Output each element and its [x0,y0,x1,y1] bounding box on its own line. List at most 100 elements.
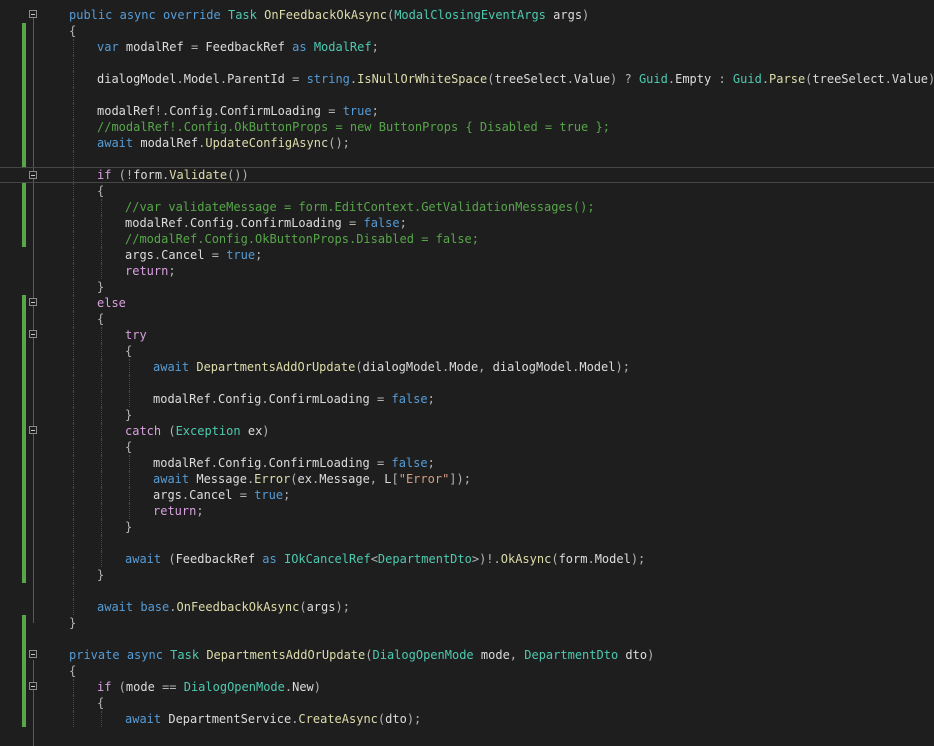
code-text[interactable]: { [97,695,104,711]
code-text[interactable]: { [69,23,76,39]
code-line[interactable] [0,535,934,551]
code-text[interactable]: catch (Exception ex) [125,423,270,439]
code-line[interactable]: modalRef!.Config.ConfirmLoading = true; [0,103,934,119]
code-text[interactable]: { [125,439,132,455]
code-line[interactable] [0,151,934,167]
code-text[interactable]: } [97,279,104,295]
code-text[interactable]: await (FeedbackRef as IOkCancelRef<Depar… [125,551,645,567]
code-line[interactable]: await DepartmentService.CreateAsync(dto)… [0,711,934,727]
code-line[interactable]: modalRef.Config.ConfirmLoading = false; [0,215,934,231]
code-line[interactable]: return; [0,503,934,519]
indent-guide [73,247,74,263]
code-line[interactable]: { [0,23,934,39]
code-line[interactable]: catch (Exception ex) [0,423,934,439]
code-text[interactable]: modalRef.Config.ConfirmLoading = false; [125,215,407,231]
collapse-icon[interactable] [29,10,37,18]
code-text[interactable]: public async override Task OnFeedbackOkA… [69,7,589,23]
code-line[interactable]: await (FeedbackRef as IOkCancelRef<Depar… [0,551,934,567]
code-text[interactable]: //modalRef!.Config.OkButtonProps = new B… [97,119,610,135]
code-text[interactable]: var modalRef = FeedbackRef as ModalRef; [97,39,379,55]
code-line[interactable]: await DepartmentsAddOrUpdate(dialogModel… [0,359,934,375]
code-text[interactable]: //var validateMessage = form.EditContext… [125,199,595,215]
code-line[interactable]: { [0,439,934,455]
code-line[interactable]: { [0,695,934,711]
code-text[interactable]: { [69,663,76,679]
code-line[interactable]: if (mode == DialogOpenMode.New) [0,679,934,695]
collapse-icon[interactable] [29,650,37,658]
collapse-icon[interactable] [29,426,37,434]
collapse-icon[interactable] [29,682,37,690]
collapse-icon[interactable] [29,298,37,306]
code-text[interactable]: { [125,343,132,359]
code-line[interactable]: modalRef.Config.ConfirmLoading = false; [0,391,934,407]
code-text[interactable]: await base.OnFeedbackOkAsync(args); [97,599,350,615]
code-text[interactable]: } [97,567,104,583]
indent-guide [73,263,74,279]
code-text[interactable]: { [97,311,104,327]
code-line[interactable]: //modalRef!.Config.OkButtonProps = new B… [0,119,934,135]
code-line[interactable]: if (!form.Validate()) [0,167,934,184]
code-text[interactable]: return; [125,263,176,279]
code-text[interactable]: try [125,327,147,343]
code-line[interactable]: { [0,343,934,359]
code-line[interactable]: await modalRef.UpdateConfigAsync(); [0,135,934,151]
code-line[interactable]: args.Cancel = true; [0,487,934,503]
code-text[interactable]: private async Task DepartmentsAddOrUpdat… [69,647,654,663]
code-text[interactable]: await DepartmentsAddOrUpdate(dialogModel… [153,359,630,375]
change-indicator [22,391,26,407]
code-line[interactable]: return; [0,263,934,279]
code-line[interactable]: } [0,407,934,423]
code-line[interactable]: } [0,279,934,295]
code-text[interactable]: dialogModel.Model.ParentId = string.IsNu… [97,71,934,87]
code-line[interactable]: var modalRef = FeedbackRef as ModalRef; [0,39,934,55]
code-line[interactable]: private async Task DepartmentsAddOrUpdat… [0,647,934,663]
code-line[interactable]: try [0,327,934,343]
indent-guide [73,103,74,119]
code-line[interactable]: await Message.Error(ex.Message, L["Error… [0,471,934,487]
code-text[interactable]: await modalRef.UpdateConfigAsync(); [97,135,350,151]
code-line[interactable]: args.Cancel = true; [0,247,934,263]
code-line[interactable] [0,55,934,71]
code-text[interactable]: modalRef!.Config.ConfirmLoading = true; [97,103,379,119]
indent-guide [73,199,74,215]
code-text[interactable]: if (mode == DialogOpenMode.New) [97,679,321,695]
code-editor[interactable]: public async override Task OnFeedbackOkA… [0,0,934,746]
code-text[interactable]: } [69,615,76,631]
code-line[interactable]: //var validateMessage = form.EditContext… [0,199,934,215]
code-line[interactable]: { [0,183,934,199]
code-text[interactable]: args.Cancel = true; [153,487,290,503]
code-text[interactable]: if (!form.Validate()) [97,168,249,182]
indent-guide [73,375,74,391]
code-text[interactable]: modalRef.Config.ConfirmLoading = false; [153,391,435,407]
code-line[interactable]: dialogModel.Model.ParentId = string.IsNu… [0,71,934,87]
code-text[interactable]: modalRef.Config.ConfirmLoading = false; [153,455,435,471]
code-text[interactable]: //modalRef.Config.OkButtonProps.Disabled… [125,231,479,247]
indent-guide [101,327,102,343]
code-line[interactable]: } [0,567,934,583]
code-line[interactable]: { [0,311,934,327]
code-line[interactable]: else [0,295,934,311]
code-text[interactable]: return; [153,503,204,519]
code-text[interactable]: else [97,295,126,311]
collapse-icon[interactable] [29,171,37,179]
code-line[interactable]: await base.OnFeedbackOkAsync(args); [0,599,934,615]
code-line[interactable] [0,375,934,391]
code-line[interactable] [0,87,934,103]
code-line[interactable]: //modalRef.Config.OkButtonProps.Disabled… [0,231,934,247]
code-line[interactable]: } [0,615,934,631]
code-text[interactable]: await Message.Error(ex.Message, L["Error… [153,471,471,487]
code-line[interactable] [0,583,934,599]
code-line[interactable]: modalRef.Config.ConfirmLoading = false; [0,455,934,471]
indent-guide [73,455,74,471]
code-line[interactable]: } [0,519,934,535]
code-line[interactable]: { [0,663,934,679]
collapse-icon[interactable] [29,330,37,338]
code-text[interactable]: } [125,519,132,535]
code-line[interactable]: public async override Task OnFeedbackOkA… [0,7,934,23]
code-text[interactable]: } [125,407,132,423]
code-text[interactable]: args.Cancel = true; [125,247,262,263]
indent-guide [101,519,102,535]
code-text[interactable]: await DepartmentService.CreateAsync(dto)… [125,711,421,727]
code-text[interactable]: { [97,183,104,199]
code-line[interactable] [0,631,934,647]
